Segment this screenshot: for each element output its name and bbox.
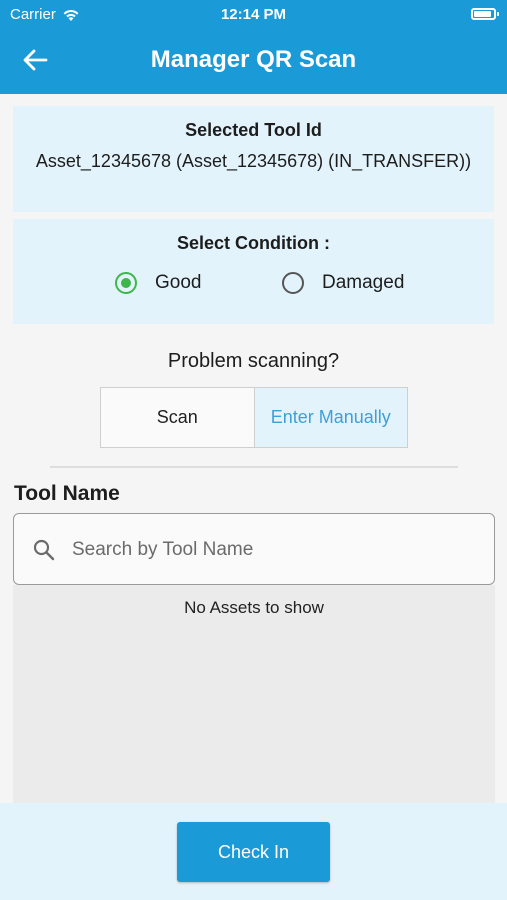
tool-name-label: Tool Name xyxy=(14,482,120,505)
condition-option-good[interactable]: Good xyxy=(115,272,201,294)
condition-card: Select Condition : Good Damaged xyxy=(13,219,494,324)
status-bar: Carrier 12:14 PM xyxy=(0,0,507,30)
scan-mode-toggle: Scan Enter Manually xyxy=(100,387,408,448)
app-header: Carrier 12:14 PM Manager QR Scan xyxy=(0,0,507,94)
tab-scan[interactable]: Scan xyxy=(101,388,254,447)
search-icon xyxy=(33,539,55,561)
selected-tool-heading: Selected Tool Id xyxy=(185,120,322,140)
empty-state-text: No Assets to show xyxy=(184,598,324,617)
condition-option-damaged[interactable]: Damaged xyxy=(282,272,404,294)
selected-tool-card: Selected Tool Id Asset_12345678 (Asset_1… xyxy=(13,106,494,212)
condition-option-label: Good xyxy=(155,272,202,293)
page-title: Manager QR Scan xyxy=(150,46,357,73)
status-time: 12:14 PM xyxy=(220,6,287,23)
asset-list: No Assets to show xyxy=(13,585,495,803)
nav-bar: Manager QR Scan xyxy=(0,32,507,88)
check-in-button[interactable]: Check In xyxy=(177,822,330,882)
selected-tool-value: Asset_12345678 (Asset_12345678) (IN_TRAN… xyxy=(35,151,472,171)
radio-unselected-icon[interactable] xyxy=(282,272,304,294)
footer-bar: Check In xyxy=(0,803,507,900)
search-input[interactable] xyxy=(72,534,472,566)
tool-search-box[interactable] xyxy=(13,513,495,585)
problem-scanning-text: Problem scanning? xyxy=(167,350,340,372)
tab-enter-manually[interactable]: Enter Manually xyxy=(253,388,407,447)
battery-icon xyxy=(471,8,499,20)
divider xyxy=(50,466,458,468)
condition-option-label: Damaged xyxy=(322,272,405,293)
radio-selected-icon[interactable] xyxy=(115,272,137,294)
condition-heading: Select Condition : xyxy=(177,233,330,253)
